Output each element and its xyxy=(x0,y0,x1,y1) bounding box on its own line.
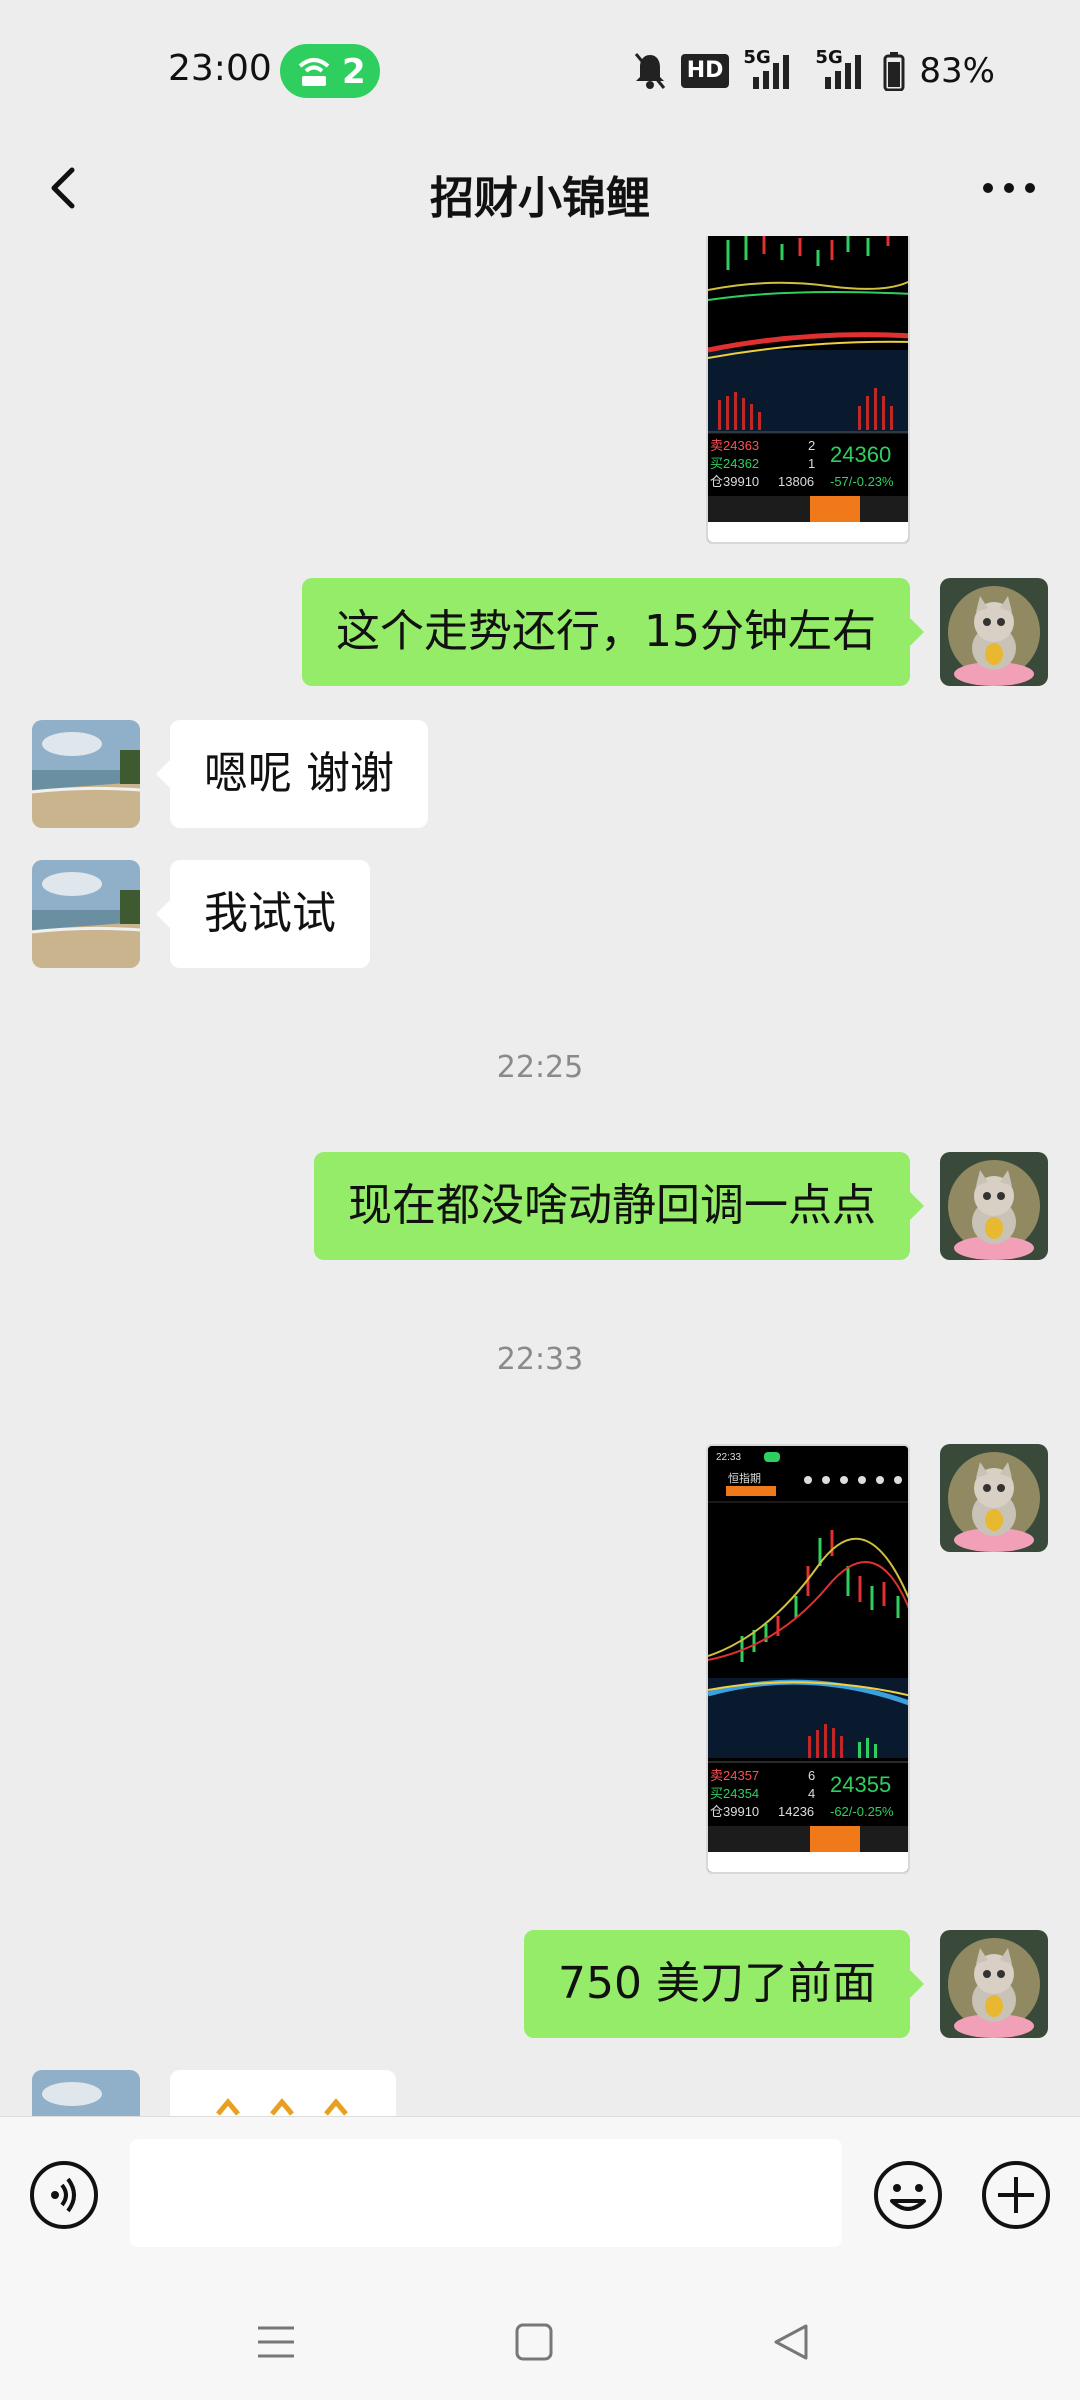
emoji-icon[interactable] xyxy=(872,2159,944,2231)
beach-avatar-icon xyxy=(32,860,140,968)
message-bubble-received[interactable]: 我试试 xyxy=(156,860,370,968)
chat-messages[interactable]: 卖24363 2 买24362 1 仓39910 13806 24360 -57… xyxy=(0,236,1080,2116)
message-bubble-sent[interactable]: 现在都没啥动静回调一点点 xyxy=(314,1152,924,1260)
message-timestamp: 22:25 xyxy=(496,1050,584,1085)
signal-5g-2: 5G xyxy=(811,47,869,91)
stock-chart-thumbnail: 22:33 恒指期 卖24357 6 买24354 4 仓39910 14236… xyxy=(708,1446,908,1872)
cat-avatar-icon xyxy=(940,1152,1048,1260)
plus-icon[interactable] xyxy=(980,2159,1052,2231)
message-bubble-sent[interactable]: 这个走势还行，15分钟左右 xyxy=(302,578,924,686)
hold-label: 仓39910 xyxy=(710,1804,759,1819)
message-text-input[interactable] xyxy=(130,2139,842,2247)
avatar-self[interactable] xyxy=(940,1930,1048,2038)
message-timestamp: 22:33 xyxy=(496,1342,584,1377)
battery-icon xyxy=(883,52,905,91)
message-bubble-received[interactable] xyxy=(170,2070,396,2116)
change: -57/-0.23% xyxy=(830,474,894,489)
signal-5g-1: 5G xyxy=(743,47,797,91)
message-input-bar xyxy=(0,2116,1080,2277)
hotspot-badge: 2 xyxy=(280,44,380,98)
avatar-contact[interactable] xyxy=(32,860,140,968)
sell-qty: 2 xyxy=(808,438,815,453)
chat-header: 招财小锦鲤 xyxy=(0,140,1080,236)
chat-title: 招财小锦鲤 xyxy=(430,173,650,224)
hd-icon: HD xyxy=(680,54,730,88)
hold-qty: 13806 xyxy=(778,474,814,489)
battery-percent: 83% xyxy=(919,51,995,91)
buy-qty: 4 xyxy=(808,1786,815,1801)
buy-label: 买24362 xyxy=(710,456,759,471)
voice-input-icon[interactable] xyxy=(28,2159,100,2231)
cat-avatar-icon xyxy=(940,578,1048,686)
cat-avatar-icon xyxy=(940,1444,1048,1552)
avatar-contact[interactable] xyxy=(32,2070,140,2116)
sell-qty: 6 xyxy=(808,1768,815,1783)
hold-qty: 14236 xyxy=(778,1804,814,1819)
beach-avatar-icon xyxy=(32,720,140,828)
buy-label: 买24354 xyxy=(710,1786,759,1801)
status-icons: HD 5G 5G 83% xyxy=(633,46,995,96)
price: 24355 xyxy=(830,1772,891,1797)
beach-avatar-icon xyxy=(32,2070,140,2116)
back-triangle-icon[interactable] xyxy=(762,2312,822,2372)
mute-bell-icon xyxy=(634,53,665,89)
more-dots-icon[interactable] xyxy=(974,158,1044,218)
avatar-self[interactable] xyxy=(940,578,1048,686)
home-icon[interactable] xyxy=(504,2312,564,2372)
stock-chart-thumbnail: 卖24363 2 买24362 1 仓39910 13806 24360 -57… xyxy=(708,236,908,542)
image-message[interactable]: 22:33 恒指期 卖24357 6 买24354 4 仓39910 14236… xyxy=(706,1444,910,1874)
message-bubble-sent[interactable]: 750 美刀了前面 xyxy=(524,1930,924,2038)
hotspot-icon xyxy=(298,58,330,86)
system-navigation-bar xyxy=(0,2276,1080,2400)
change: -62/-0.25% xyxy=(830,1804,894,1819)
sell-label: 卖24363 xyxy=(710,438,759,453)
message-bubble-received[interactable]: 嗯呢 谢谢 xyxy=(156,720,428,828)
cat-avatar-icon xyxy=(940,1930,1048,2038)
status-bar: 23:00 2 HD 5G 5G 83% xyxy=(0,0,1080,140)
instrument-title: 恒指期 xyxy=(728,1471,761,1485)
hold-label: 仓39910 xyxy=(710,474,759,489)
header-time: 22:33 xyxy=(716,1452,741,1463)
price: 24360 xyxy=(830,442,891,467)
avatar-self[interactable] xyxy=(940,1444,1048,1552)
buy-qty: 1 xyxy=(808,456,815,471)
menu-icon[interactable] xyxy=(246,2312,306,2372)
emoji-thumbs-icon xyxy=(216,2098,348,2116)
hotspot-count: 2 xyxy=(342,52,366,92)
avatar-self[interactable] xyxy=(940,1152,1048,1260)
avatar-contact[interactable] xyxy=(32,720,140,828)
sell-label: 卖24357 xyxy=(710,1768,759,1783)
status-time: 23:00 xyxy=(168,48,272,89)
image-message[interactable]: 卖24363 2 买24362 1 仓39910 13806 24360 -57… xyxy=(706,236,910,544)
